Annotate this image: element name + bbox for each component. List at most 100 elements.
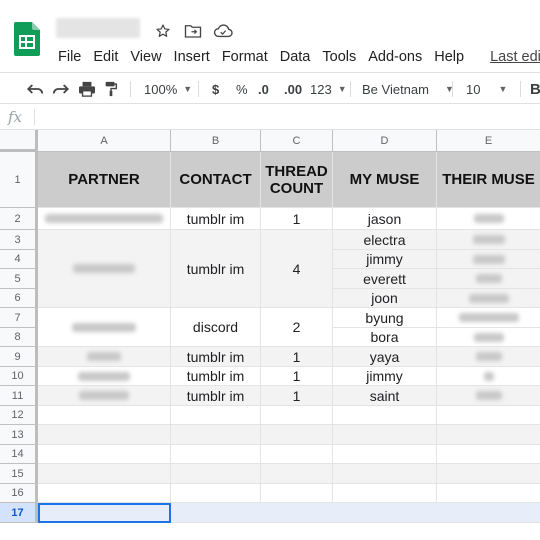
thread-count-cell[interactable]: 1 <box>261 386 333 406</box>
header-contact[interactable]: CONTACT <box>171 152 261 208</box>
thread-count-cell[interactable]: 4 <box>261 230 333 308</box>
partner-cell[interactable] <box>38 230 171 308</box>
menu-data[interactable]: Data <box>274 46 317 68</box>
bold-button[interactable]: B <box>530 73 540 105</box>
thread-count-cell[interactable]: 1 <box>261 367 333 386</box>
row-header[interactable]: 3 <box>0 230 38 250</box>
their-muse-cell[interactable] <box>437 230 540 250</box>
menu-view[interactable]: View <box>124 46 167 68</box>
menu-addons[interactable]: Add-ons <box>362 46 428 68</box>
column-header-c[interactable]: C <box>261 130 333 152</box>
contact-cell[interactable]: tumblr im <box>171 208 261 230</box>
font-size-select[interactable]: 10 ▼ <box>466 73 507 105</box>
row-header[interactable]: 7 <box>0 308 38 328</box>
move-to-folder-icon[interactable] <box>182 20 204 42</box>
row-header[interactable]: 11 <box>0 386 38 406</box>
menu-help[interactable]: Help <box>428 46 470 68</box>
row-header[interactable]: 14 <box>0 445 38 464</box>
empty-row[interactable] <box>38 484 540 503</box>
undo-icon[interactable] <box>26 73 44 105</box>
header-thread-count[interactable]: THREAD COUNT <box>261 152 333 208</box>
contact-cell[interactable]: tumblr im <box>171 347 261 367</box>
row-header[interactable]: 10 <box>0 367 38 386</box>
contact-cell[interactable]: discord <box>171 308 261 347</box>
empty-row[interactable] <box>38 445 540 464</box>
row-header[interactable]: 4 <box>0 250 38 269</box>
row-header[interactable]: 6 <box>0 289 38 308</box>
partner-cell[interactable] <box>38 308 171 347</box>
row-header[interactable]: 12 <box>0 406 38 425</box>
contact-cell[interactable]: tumblr im <box>171 386 261 406</box>
percent-format-button[interactable]: % <box>236 73 248 105</box>
their-muse-cell[interactable] <box>437 269 540 289</box>
contact-cell[interactable]: tumblr im <box>171 230 261 308</box>
my-muse-cell[interactable]: jimmy <box>333 367 437 386</box>
column-header-e[interactable]: E <box>437 130 540 152</box>
header-their-muse[interactable]: THEIR MUSE <box>437 152 540 208</box>
column-header-b[interactable]: B <box>171 130 261 152</box>
menu-file[interactable]: File <box>52 46 87 68</box>
row-header[interactable]: 2 <box>0 208 38 230</box>
empty-row[interactable] <box>38 464 540 484</box>
my-muse-cell[interactable]: bora <box>333 328 437 347</box>
sheets-logo-icon[interactable] <box>14 22 40 56</box>
active-cell[interactable] <box>38 503 171 523</box>
their-muse-cell[interactable] <box>437 347 540 367</box>
zoom-select[interactable]: 100% ▼ <box>144 73 192 105</box>
their-muse-cell[interactable] <box>437 289 540 308</box>
empty-row[interactable] <box>38 425 540 445</box>
row-header[interactable]: 15 <box>0 464 38 484</box>
my-muse-cell[interactable]: electra <box>333 230 437 250</box>
formula-input[interactable] <box>40 106 540 126</box>
contact-cell[interactable]: tumblr im <box>171 367 261 386</box>
font-family-select[interactable]: Be Vietnam ▼ <box>362 73 454 105</box>
my-muse-cell[interactable]: byung <box>333 308 437 328</box>
decrease-decimal-button[interactable]: .0 <box>258 73 269 105</box>
row-header[interactable]: 5 <box>0 269 38 289</box>
thread-count-cell[interactable]: 1 <box>261 208 333 230</box>
last-edit-link[interactable]: Last edit wa <box>484 46 540 68</box>
row-header[interactable]: 8 <box>0 328 38 347</box>
their-muse-cell[interactable] <box>437 386 540 406</box>
thread-count-cell[interactable]: 2 <box>261 308 333 347</box>
their-muse-cell[interactable] <box>437 367 540 386</box>
my-muse-cell[interactable]: joon <box>333 289 437 308</box>
menu-insert[interactable]: Insert <box>168 46 216 68</box>
paint-format-icon[interactable] <box>104 73 118 105</box>
my-muse-cell[interactable]: everett <box>333 269 437 289</box>
their-muse-cell[interactable] <box>437 308 540 328</box>
print-icon[interactable] <box>78 73 96 105</box>
thread-count-cell[interactable]: 1 <box>261 347 333 367</box>
document-title[interactable] <box>56 18 140 38</box>
row-header[interactable]: 16 <box>0 484 38 503</box>
my-muse-cell[interactable]: jimmy <box>333 250 437 269</box>
row-header[interactable]: 13 <box>0 425 38 445</box>
their-muse-cell[interactable] <box>437 208 540 230</box>
column-header-a[interactable]: A <box>38 130 171 152</box>
their-muse-cell[interactable] <box>437 328 540 347</box>
menu-format[interactable]: Format <box>216 46 274 68</box>
star-icon[interactable] <box>152 20 174 42</box>
select-all-corner[interactable] <box>0 130 38 152</box>
their-muse-cell[interactable] <box>437 250 540 269</box>
column-header-d[interactable]: D <box>333 130 437 152</box>
cloud-saved-icon[interactable] <box>212 20 234 42</box>
redo-icon[interactable] <box>52 73 70 105</box>
row-header-selected[interactable]: 17 <box>0 503 38 523</box>
empty-row[interactable] <box>38 406 540 425</box>
my-muse-cell[interactable]: saint <box>333 386 437 406</box>
header-partner[interactable]: PARTNER <box>38 152 171 208</box>
partner-cell[interactable] <box>38 367 171 386</box>
menu-tools[interactable]: Tools <box>316 46 362 68</box>
my-muse-cell[interactable]: yaya <box>333 347 437 367</box>
more-formats-select[interactable]: 123 ▼ <box>310 73 347 105</box>
menu-edit[interactable]: Edit <box>87 46 124 68</box>
row-header[interactable]: 9 <box>0 347 38 367</box>
partner-cell[interactable] <box>38 347 171 367</box>
partner-cell[interactable] <box>38 208 171 230</box>
currency-format-button[interactable]: $ <box>212 73 219 105</box>
my-muse-cell[interactable]: jason <box>333 208 437 230</box>
increase-decimal-button[interactable]: .00 <box>284 73 302 105</box>
header-my-muse[interactable]: MY MUSE <box>333 152 437 208</box>
partner-cell[interactable] <box>38 386 171 406</box>
